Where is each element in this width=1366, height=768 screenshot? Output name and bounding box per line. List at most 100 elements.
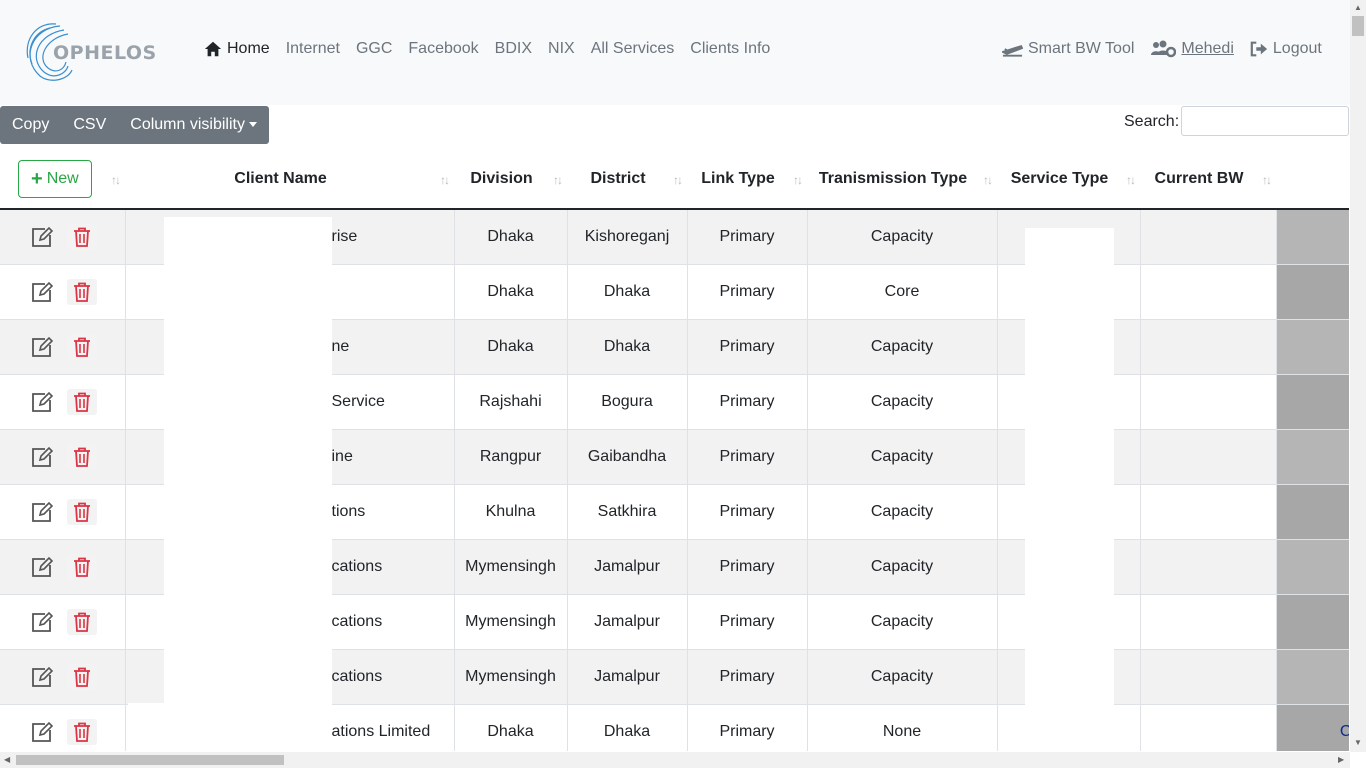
trash-icon [74, 722, 91, 742]
header-link-type[interactable]: Link Type ↑↓ [687, 150, 807, 210]
delete-button[interactable] [67, 443, 98, 470]
nav-internet[interactable]: Internet [286, 40, 340, 58]
header-label: Client Name [234, 170, 327, 187]
nav-home[interactable]: Home [204, 40, 270, 58]
delete-button[interactable] [67, 498, 98, 525]
export-button-group: Copy CSV Column visibility [0, 106, 269, 144]
row-actions [0, 538, 126, 595]
nav-logout-label: Logout [1272, 40, 1322, 57]
user-nav: Smart BW Tool Mehedi Logout [1002, 40, 1322, 58]
plus-icon: + [31, 167, 43, 190]
nav-nix-label: NIX [548, 40, 575, 57]
cell-district: Kishoreganj [566, 208, 688, 265]
header-client-name[interactable]: Client Name ↑↓ [125, 150, 454, 210]
delete-button[interactable] [67, 553, 98, 580]
edit-button[interactable] [27, 609, 57, 635]
header-service-type[interactable]: Service Type ↑↓ [997, 150, 1140, 210]
nav-logout[interactable]: Logout [1250, 40, 1322, 58]
delete-button[interactable] [67, 718, 98, 745]
search-label: Search: [1124, 113, 1180, 130]
cell-current-bw [1139, 483, 1277, 540]
cell-division: Dhaka [453, 703, 568, 751]
edit-button[interactable] [27, 499, 57, 525]
search-input[interactable] [1181, 106, 1349, 136]
brand-logo[interactable]: OPHELOS [20, 18, 156, 86]
header-transmission-type[interactable]: Tranismission Type ↑↓ [807, 150, 997, 210]
navbar: OPHELOS Home Internet GGC Facebook BDIX … [0, 0, 1350, 105]
nav-bdix[interactable]: BDIX [495, 40, 532, 58]
edit-button[interactable] [27, 334, 57, 360]
horizontal-scroll-thumb[interactable] [16, 755, 284, 765]
edit-icon [32, 501, 54, 522]
row-actions [0, 208, 126, 265]
sort-icon[interactable]: ↑↓ [111, 173, 121, 187]
new-button[interactable]: + New [18, 160, 92, 198]
delete-button[interactable] [67, 333, 98, 360]
cell-transmission-type: None [806, 703, 998, 751]
nav-facebook-label: Facebook [408, 40, 479, 57]
cell-extra: Y [1275, 648, 1349, 705]
cell-extra: Cosmop [1275, 703, 1349, 751]
nav-facebook[interactable]: Facebook [408, 40, 478, 58]
scroll-right-icon[interactable]: ▶ [1338, 755, 1344, 764]
horizontal-scrollbar[interactable]: ◀ ▶ [0, 752, 1350, 768]
copy-button[interactable]: Copy [0, 106, 61, 144]
header-label: Link Type [701, 170, 775, 187]
vertical-scrollbar[interactable]: ▲ ▼ [1350, 0, 1366, 752]
cell-district: Dhaka [566, 703, 688, 751]
row-actions [0, 318, 126, 375]
cell-district: Jamalpur [566, 538, 688, 595]
nav-user-mehedi[interactable]: Mehedi [1150, 40, 1234, 58]
cell-division: Mymensingh [453, 648, 568, 705]
delete-button[interactable] [67, 223, 98, 250]
delete-button[interactable] [67, 388, 98, 415]
cell-extra [1275, 428, 1349, 485]
sort-icon: ↑↓ [1126, 173, 1136, 187]
cell-extra [1275, 263, 1349, 320]
header-label: District [590, 170, 646, 187]
column-visibility-button[interactable]: Column visibility [118, 106, 269, 144]
edit-button[interactable] [27, 444, 57, 470]
nav-all-services[interactable]: All Services [591, 40, 675, 58]
header-district[interactable]: District ↑↓ [567, 150, 687, 210]
edit-button[interactable] [27, 719, 57, 745]
edit-button[interactable] [27, 279, 57, 305]
cell-division: Dhaka [453, 263, 568, 320]
cell-transmission-type: Capacity [806, 538, 998, 595]
delete-button[interactable] [67, 608, 98, 635]
cell-division: Rajshahi [453, 373, 568, 430]
csv-button[interactable]: CSV [61, 106, 118, 144]
delete-button[interactable] [67, 278, 98, 305]
nav-smart-bw-tool[interactable]: Smart BW Tool [1002, 40, 1134, 58]
cell-link-type: Primary [686, 318, 808, 375]
nav-nix[interactable]: NIX [548, 40, 575, 58]
cell-current-bw [1139, 703, 1277, 751]
cell-district: Dhaka [566, 263, 688, 320]
scroll-up-icon[interactable]: ▲ [1354, 3, 1362, 12]
scroll-left-icon[interactable]: ◀ [4, 755, 10, 764]
sort-icon: ↑↓ [440, 173, 450, 187]
cell-link-type: Primary [686, 428, 808, 485]
nav-clients-info[interactable]: Clients Info [690, 40, 770, 58]
cell-division: Mymensingh [453, 593, 568, 650]
cell-extra: Y [1275, 538, 1349, 595]
cell-extra: Y [1275, 593, 1349, 650]
header-current-bw[interactable]: Current BW ↑↓ [1140, 150, 1276, 210]
delete-button[interactable] [67, 663, 98, 690]
cell-link-type: Primary [686, 703, 808, 751]
redacted-area [128, 703, 332, 751]
column-visibility-label: Column visibility [130, 116, 245, 133]
scroll-down-icon[interactable]: ▼ [1354, 738, 1362, 747]
row-actions [0, 648, 126, 705]
vertical-scroll-thumb[interactable] [1352, 16, 1364, 36]
edit-button[interactable] [27, 664, 57, 690]
sort-icon: ↑↓ [553, 173, 563, 187]
header-division[interactable]: Division ↑↓ [454, 150, 567, 210]
cell-link-type: Primary [686, 538, 808, 595]
header-label: Tranismission Type [818, 170, 968, 187]
edit-button[interactable] [27, 389, 57, 415]
edit-button[interactable] [27, 554, 57, 580]
edit-button[interactable] [27, 224, 57, 250]
edit-icon [32, 226, 54, 247]
nav-ggc[interactable]: GGC [356, 40, 392, 58]
